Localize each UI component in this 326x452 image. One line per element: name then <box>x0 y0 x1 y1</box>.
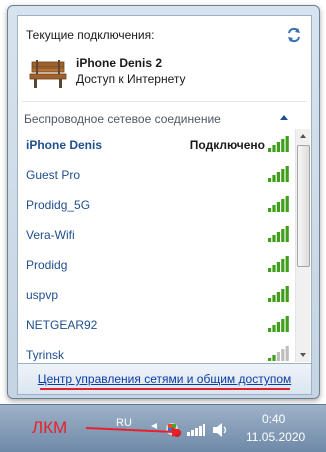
annotation-arrow <box>85 427 182 437</box>
